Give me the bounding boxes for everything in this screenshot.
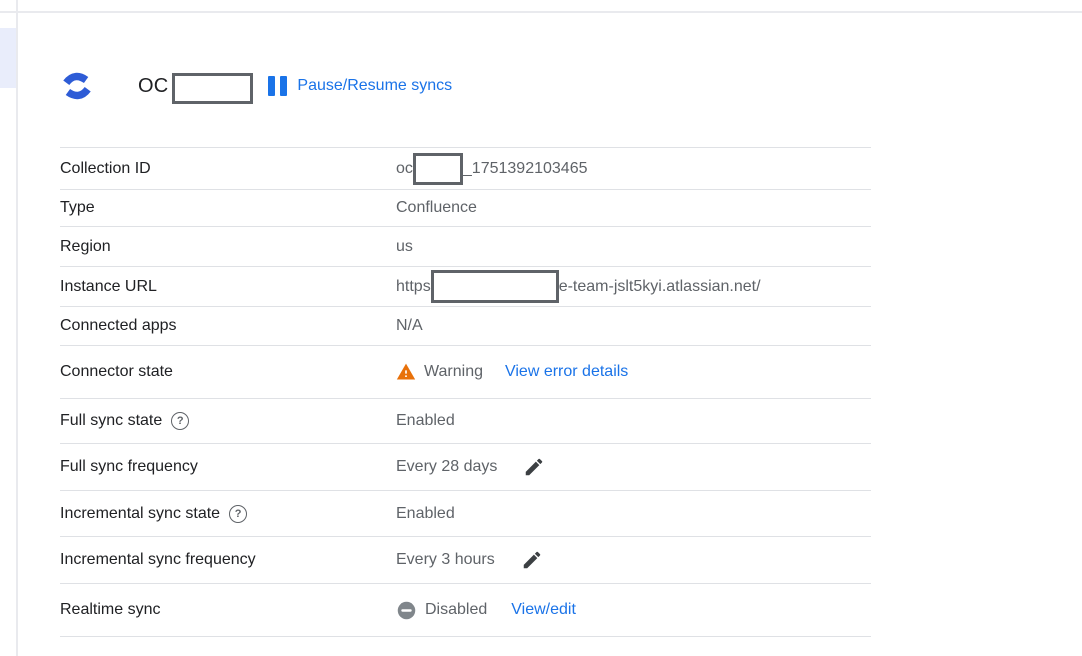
row-label: Connector state bbox=[60, 363, 396, 381]
table-row: Realtime sync Disabled View/edit bbox=[60, 583, 871, 637]
table-row: Full sync state?Enabled bbox=[60, 398, 871, 443]
row-value: Disabled View/edit bbox=[396, 600, 576, 621]
table-row: Full sync frequency Every 28 days bbox=[60, 443, 871, 490]
pause-resume-syncs-button[interactable]: Pause/Resume syncs bbox=[268, 76, 452, 96]
row-label-text: Instance URL bbox=[60, 278, 157, 296]
row-value-text: Warning bbox=[424, 363, 483, 381]
sidebar-selected-item-edge bbox=[0, 28, 16, 88]
row-value: Enabled bbox=[396, 412, 455, 430]
warning-icon bbox=[396, 362, 416, 382]
row-value-text: N/A bbox=[396, 317, 423, 335]
row-label: Full sync frequency bbox=[60, 458, 396, 476]
row-label-text: Full sync state bbox=[60, 412, 162, 430]
row-value-text: Confluence bbox=[396, 199, 477, 217]
pause-icon bbox=[268, 76, 287, 96]
confluence-logo-icon bbox=[62, 71, 92, 101]
redaction-box bbox=[172, 73, 253, 104]
row-label-text: Connected apps bbox=[60, 317, 177, 335]
redaction-box bbox=[413, 153, 463, 185]
content-divider bbox=[16, 0, 18, 656]
table-row: Region us bbox=[60, 226, 871, 266]
view-edit-realtime-sync-link[interactable]: View/edit bbox=[511, 601, 576, 619]
page-title: OC bbox=[138, 75, 168, 98]
row-value: Every 3 hours bbox=[396, 549, 543, 571]
row-label-text: Collection ID bbox=[60, 160, 151, 178]
row-value: oc _1751392103465 bbox=[396, 153, 587, 185]
row-value-text: Every 28 days bbox=[396, 458, 497, 476]
row-label-text: Region bbox=[60, 238, 111, 256]
row-value-text: Enabled bbox=[396, 412, 455, 430]
disabled-icon bbox=[396, 600, 417, 621]
row-label: Incremental sync frequency bbox=[60, 551, 396, 569]
pause-resume-syncs-label: Pause/Resume syncs bbox=[297, 77, 452, 95]
table-row: Type Confluence bbox=[60, 189, 871, 226]
help-icon[interactable]: ? bbox=[229, 505, 247, 523]
edit-full-sync-frequency-button[interactable] bbox=[523, 456, 545, 478]
row-value-text: _1751392103465 bbox=[463, 160, 588, 178]
row-value-text: Enabled bbox=[396, 505, 455, 523]
row-value-text: e-team-jslt5kyi.atlassian.net/ bbox=[559, 278, 761, 296]
row-label: Type bbox=[60, 199, 396, 217]
row-label: Full sync state? bbox=[60, 412, 396, 430]
help-icon[interactable]: ? bbox=[171, 412, 189, 430]
row-value: Warning View error details bbox=[396, 362, 628, 382]
edit-incremental-sync-frequency-button[interactable] bbox=[521, 549, 543, 571]
row-value: Confluence bbox=[396, 199, 477, 217]
row-value: Enabled bbox=[396, 505, 455, 523]
table-row: Connected apps N/A bbox=[60, 306, 871, 345]
table-row: Incremental sync frequency Every 3 hours bbox=[60, 536, 871, 583]
row-value: https e-team-jslt5kyi.atlassian.net/ bbox=[396, 270, 761, 303]
row-label-text: Full sync frequency bbox=[60, 458, 198, 476]
row-value: N/A bbox=[396, 317, 423, 335]
row-label: Realtime sync bbox=[60, 601, 396, 619]
row-label: Instance URL bbox=[60, 278, 396, 296]
table-row: Incremental sync state?Enabled bbox=[60, 490, 871, 536]
row-label: Incremental sync state? bbox=[60, 505, 396, 523]
row-value-text: oc bbox=[396, 160, 413, 178]
row-value: Every 28 days bbox=[396, 456, 545, 478]
redaction-box bbox=[431, 270, 559, 303]
top-divider bbox=[0, 11, 1082, 13]
row-label: Collection ID bbox=[60, 160, 396, 178]
page-header: OC Pause/Resume syncs bbox=[62, 66, 452, 106]
row-label-text: Connector state bbox=[60, 363, 173, 381]
row-label: Connected apps bbox=[60, 317, 396, 335]
table-row: Collection ID oc _1751392103465 bbox=[60, 147, 871, 189]
row-value-text: https bbox=[396, 278, 431, 296]
row-value: us bbox=[396, 238, 413, 256]
row-label-text: Incremental sync state bbox=[60, 505, 220, 523]
row-label: Region bbox=[60, 238, 396, 256]
table-row: Instance URL https e-team-jslt5kyi.atlassi… bbox=[60, 266, 871, 306]
table-row: Connector state Warning View error details bbox=[60, 345, 871, 398]
row-label-text: Realtime sync bbox=[60, 601, 160, 619]
row-value-text: us bbox=[396, 238, 413, 256]
details-table: Collection ID oc _1751392103465 Type Conflue… bbox=[60, 147, 871, 637]
row-label-text: Incremental sync frequency bbox=[60, 551, 256, 569]
view-error-details-link[interactable]: View error details bbox=[505, 363, 628, 381]
row-value-text: Disabled bbox=[425, 601, 487, 619]
row-value-text: Every 3 hours bbox=[396, 551, 495, 569]
row-label-text: Type bbox=[60, 199, 95, 217]
